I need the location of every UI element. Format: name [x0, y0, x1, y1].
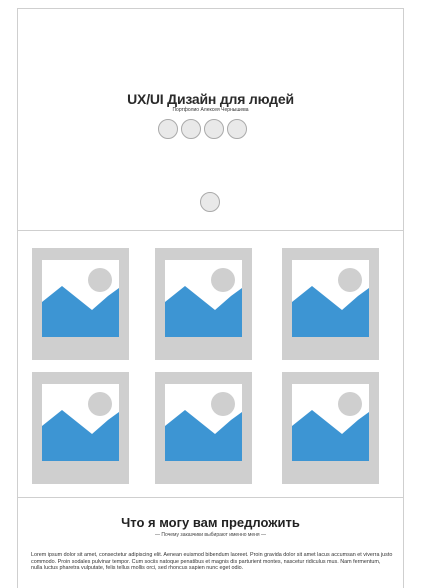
gallery-item[interactable]: [282, 372, 379, 484]
social-icon-2[interactable]: [181, 119, 201, 139]
scroll-down-icon[interactable]: [200, 192, 220, 212]
page-subtitle: Портфолио Алексея Чернышева: [172, 107, 249, 113]
section-body-text: Lorem ipsum dolor sit amet, consectetur …: [31, 552, 393, 572]
portfolio-gallery: [18, 231, 403, 497]
social-icon-3[interactable]: [204, 119, 224, 139]
gallery-item[interactable]: [155, 372, 252, 484]
section-title: Что я могу вам предложить: [121, 515, 300, 530]
image-placeholder-icon: [292, 260, 369, 337]
page-title: UX/UI Дизайн для людей: [127, 91, 294, 107]
page-frame: UX/UI Дизайн для людей Портфолио Алексея…: [17, 8, 404, 588]
social-icon-1[interactable]: [158, 119, 178, 139]
gallery-item[interactable]: [282, 248, 379, 360]
social-links: [158, 119, 247, 139]
image-placeholder-icon: [42, 384, 119, 461]
image-placeholder-icon: [165, 260, 242, 337]
gallery-item[interactable]: [32, 372, 129, 484]
gallery-item[interactable]: [32, 248, 129, 360]
image-placeholder-icon: [165, 384, 242, 461]
image-placeholder-icon: [292, 384, 369, 461]
image-placeholder-icon: [42, 260, 119, 337]
gallery-item[interactable]: [155, 248, 252, 360]
section-subtitle: — Почему заказчики выбирают именно меня …: [155, 532, 266, 538]
section-divider: [18, 497, 403, 498]
social-icon-4[interactable]: [227, 119, 247, 139]
hero-section: UX/UI Дизайн для людей Портфолио Алексея…: [18, 9, 403, 230]
